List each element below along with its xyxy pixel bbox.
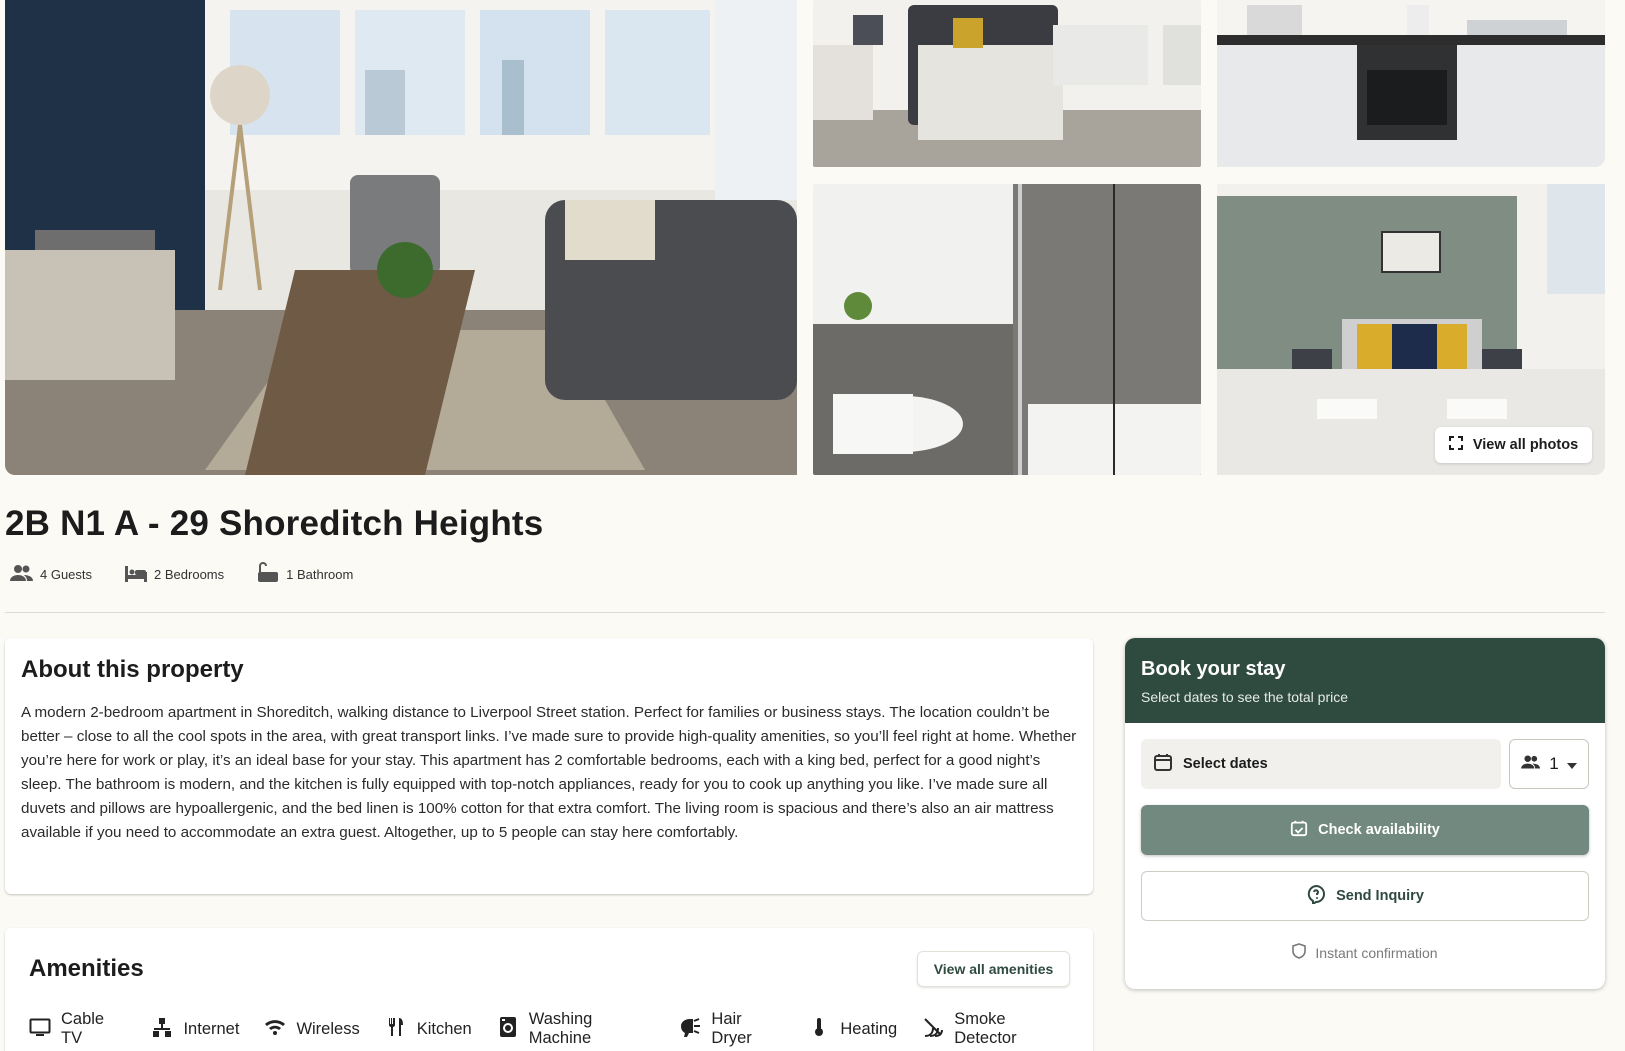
section-divider — [5, 612, 1605, 613]
people-icon — [1521, 753, 1541, 776]
bathtub-icon — [256, 562, 280, 587]
bedroom-photo[interactable] — [813, 0, 1201, 167]
guests-spec: 4 Guests — [10, 562, 92, 587]
about-description: A modern 2-bedroom apartment in Shoredit… — [21, 704, 1077, 841]
shield-icon — [1292, 943, 1307, 962]
amenity-washing-machine: Washing Machine — [497, 1010, 655, 1048]
bathroom-photo[interactable] — [813, 184, 1201, 475]
amenity-label: Kitchen — [416, 1019, 472, 1038]
calendar-icon — [1153, 752, 1173, 776]
send-inquiry-button[interactable]: Send Inquiry — [1141, 871, 1589, 921]
instant-confirmation-label: Instant confirmation — [1315, 944, 1438, 961]
smoke-detector-icon — [922, 1016, 944, 1043]
amenity-smoke-detector: Smoke Detector — [922, 1010, 1068, 1048]
about-heading: About this property — [21, 656, 244, 683]
property-specs: 4 Guests 2 Bedrooms 1 Bathroom — [10, 562, 385, 587]
booking-title: Book your stay — [1141, 658, 1286, 680]
bed-icon — [124, 562, 148, 587]
photo-gallery: View all photos — [5, 0, 1605, 475]
amenity-label: Washing Machine — [528, 1010, 593, 1047]
bedrooms-spec: 2 Bedrooms — [124, 562, 224, 587]
amenity-hair-dryer: Hair Dryer — [679, 1010, 783, 1048]
utensils-icon — [385, 1016, 407, 1043]
amenity-label: Smoke Detector — [954, 1010, 1017, 1047]
amenity-internet: Internet — [151, 1016, 239, 1043]
amenities-list: Cable TV Internet Wireless Kitchen Washi… — [29, 1010, 1093, 1048]
amenity-label: Internet — [183, 1019, 240, 1038]
amenity-label: Hair Dryer — [711, 1010, 752, 1047]
washer-icon — [497, 1016, 519, 1043]
select-dates-label: Select dates — [1183, 756, 1268, 772]
chevron-down-icon — [1566, 754, 1577, 774]
amenities-card: Amenities View all amenities Cable TV In… — [5, 928, 1093, 1051]
amenity-wireless: Wireless — [264, 1016, 360, 1043]
thermometer-icon — [808, 1016, 830, 1043]
amenity-heating: Heating — [808, 1016, 897, 1043]
select-dates-field[interactable]: Select dates — [1141, 739, 1501, 789]
amenity-kitchen: Kitchen — [385, 1016, 472, 1043]
bathrooms-label: 1 Bathroom — [286, 567, 354, 582]
booking-subtitle: Select dates to see the total price — [1141, 689, 1349, 705]
check-availability-button[interactable]: Check availability — [1141, 805, 1589, 855]
view-all-photos-button[interactable]: View all photos — [1435, 427, 1592, 463]
amenity-cable-tv: Cable TV — [29, 1010, 126, 1048]
bathrooms-spec: 1 Bathroom — [256, 562, 353, 587]
send-inquiry-label: Send Inquiry — [1336, 888, 1424, 904]
check-availability-label: Check availability — [1318, 822, 1440, 838]
amenity-label: Cable TV — [61, 1010, 105, 1047]
kitchen-photo[interactable] — [1217, 0, 1605, 167]
view-all-photos-label: View all photos — [1472, 437, 1579, 453]
guests-value: 1 — [1549, 754, 1559, 773]
network-icon — [151, 1016, 173, 1043]
wifi-icon — [264, 1016, 286, 1043]
calendar-check-icon — [1290, 819, 1308, 841]
instant-confirmation: Instant confirmation — [1125, 943, 1605, 962]
booking-header: Book your stay Select dates to see the t… — [1125, 638, 1605, 723]
guests-label: 4 Guests — [40, 567, 93, 582]
hair-dryer-icon — [679, 1016, 701, 1043]
tv-icon — [29, 1016, 51, 1043]
property-title: 2B N1 A - 29 Shoreditch Heights — [5, 504, 544, 543]
bedrooms-label: 2 Bedrooms — [154, 567, 225, 582]
amenities-heading: Amenities — [29, 955, 144, 982]
question-bubble-icon — [1306, 884, 1326, 908]
living-room-photo[interactable] — [5, 0, 797, 475]
about-card: About this property A modern 2-bedroom a… — [5, 638, 1093, 894]
booking-card: Book your stay Select dates to see the t… — [1125, 638, 1605, 989]
guests-select[interactable]: 1 — [1509, 739, 1589, 789]
fullscreen-icon — [1448, 436, 1463, 454]
view-all-amenities-button[interactable]: View all amenities — [917, 951, 1070, 987]
amenity-label: Heating — [840, 1019, 898, 1038]
amenity-label: Wireless — [296, 1019, 360, 1038]
people-icon — [10, 562, 34, 587]
